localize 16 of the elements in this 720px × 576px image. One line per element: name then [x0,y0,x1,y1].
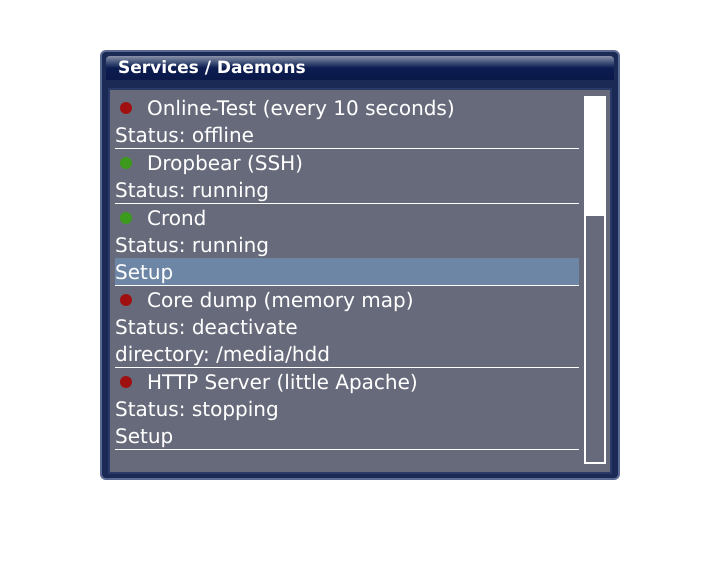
service-name[interactable]: Crond [147,208,206,228]
list-item[interactable]: Status: running [115,231,579,258]
window-title: Services / Daemons [118,60,306,76]
service-name[interactable]: Dropbear (SSH) [147,152,303,172]
list-item[interactable]: Status: offline [115,121,579,148]
list-item[interactable]: Status: running [115,176,579,203]
scrollbar[interactable] [584,96,606,464]
list-item[interactable]: Setup [115,422,579,449]
list-item[interactable]: directory: /media/hdd [115,340,579,367]
list-item[interactable]: Status: deactivate [115,313,579,340]
list-item[interactable]: Setup [115,258,579,285]
service-name[interactable]: Core dump (memory map) [147,290,414,310]
list-item[interactable]: Status: stopping [115,395,579,422]
service-name[interactable]: Online-Test (every 10 seconds) [147,98,455,118]
service-name[interactable]: HTTP Server (little Apache) [147,372,418,392]
scrollbar-thumb[interactable] [586,98,604,216]
